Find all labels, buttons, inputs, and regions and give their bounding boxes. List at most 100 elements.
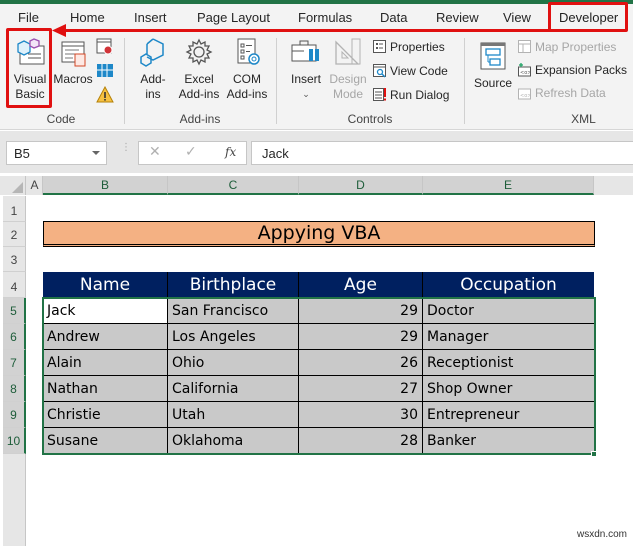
chevron-down-icon[interactable]: [92, 151, 100, 155]
table-cell-occupation[interactable]: Receptionist: [423, 350, 594, 376]
row-header-2[interactable]: 2: [3, 222, 26, 247]
annotation-arrow-line: [64, 29, 550, 32]
view-code-label: View Code: [390, 63, 448, 78]
formula-buttons: ✕ ✓ fx: [138, 141, 247, 165]
table-header-age[interactable]: Age: [299, 272, 423, 298]
row-header-1[interactable]: 1: [3, 196, 26, 222]
com-addins-button[interactable]: COM Add-ins: [224, 36, 270, 102]
fill-handle[interactable]: [591, 451, 597, 457]
table-cell-birthplace[interactable]: California: [168, 376, 299, 402]
properties-button[interactable]: Properties: [372, 39, 445, 54]
expansion-packs-button[interactable]: <o> Expansion Packs: [517, 62, 627, 77]
tab-home[interactable]: Home: [70, 10, 105, 25]
select-all-icon: [12, 182, 23, 193]
refresh-data-button[interactable]: <o> Refresh Data: [517, 85, 606, 100]
design-mode-button[interactable]: Design Mode: [328, 36, 368, 102]
svg-text:<o>: <o>: [520, 70, 531, 76]
column-header-e[interactable]: E: [423, 176, 594, 195]
table-cell-name[interactable]: Nathan: [43, 376, 168, 402]
macros-label: Macros: [53, 72, 93, 86]
table-cell-birthplace[interactable]: Oklahoma: [168, 428, 299, 454]
excel-addins-button[interactable]: Excel Add-ins: [176, 36, 222, 102]
view-code-button[interactable]: View Code: [372, 63, 448, 78]
ribbon-developer: Visual Basic Macros Code Add- ins Excel …: [0, 32, 633, 130]
group-label-controls: Controls: [347, 112, 393, 126]
tab-review[interactable]: Review: [436, 10, 479, 25]
name-box[interactable]: B5: [6, 141, 107, 165]
table-cell-birthplace[interactable]: San Francisco: [168, 298, 299, 324]
table-cell-occupation[interactable]: Banker: [423, 428, 594, 454]
enter-icon[interactable]: ✓: [185, 144, 197, 160]
annotation-arrow-head-icon: [52, 24, 66, 37]
column-header-c[interactable]: C: [168, 176, 299, 195]
xml-source-button[interactable]: Source: [472, 40, 514, 91]
table-cell-age[interactable]: 26: [299, 350, 423, 376]
addins-button[interactable]: Add- ins: [134, 36, 172, 102]
table-header-name[interactable]: Name: [43, 272, 168, 298]
excel-addins-label-1: Excel: [184, 72, 214, 86]
map-properties-button[interactable]: Map Properties: [517, 39, 616, 54]
refresh-data-icon: <o>: [518, 88, 531, 100]
table-cell-occupation[interactable]: Entrepreneur: [423, 402, 594, 428]
column-header-d[interactable]: D: [299, 176, 423, 195]
tab-page-layout[interactable]: Page Layout: [197, 10, 270, 25]
addins-label-2: ins: [145, 87, 161, 101]
relative-references-icon[interactable]: [96, 62, 114, 80]
row-header-4[interactable]: 4: [3, 272, 26, 298]
row-header-6[interactable]: 6: [3, 324, 26, 350]
run-dialog-button[interactable]: Run Dialog: [372, 87, 449, 102]
row-header-5[interactable]: 5: [3, 298, 26, 324]
row-header-8[interactable]: 8: [3, 376, 26, 402]
macro-security-warning-icon[interactable]: [96, 86, 114, 104]
table-cell-name[interactable]: Susane: [43, 428, 168, 454]
cancel-icon[interactable]: ✕: [149, 144, 161, 160]
table-cell-name[interactable]: Andrew: [43, 324, 168, 350]
group-label-addins: Add-ins: [179, 112, 221, 126]
row-header-3[interactable]: 3: [3, 247, 26, 272]
formula-bar-splitter[interactable]: ⋮: [121, 143, 131, 153]
column-header-b[interactable]: B: [43, 176, 168, 195]
table-cell-occupation[interactable]: Shop Owner: [423, 376, 594, 402]
expansion-packs-icon: <o>: [518, 63, 531, 77]
formula-input[interactable]: Jack: [251, 141, 633, 165]
name-box-value: B5: [14, 146, 30, 161]
table-cell-occupation[interactable]: Doctor: [423, 298, 594, 324]
table-cell-age[interactable]: 28: [299, 428, 423, 454]
insert-function-icon[interactable]: fx: [225, 145, 236, 159]
tab-data[interactable]: Data: [380, 10, 407, 25]
map-properties-label: Map Properties: [535, 39, 617, 54]
table-header-birthplace[interactable]: Birthplace: [168, 272, 299, 298]
developer-tab-highlight: [548, 2, 628, 32]
row-header-filler: [3, 454, 26, 546]
table-cell-name[interactable]: Jack: [43, 298, 168, 324]
macros-button[interactable]: Macros: [53, 36, 93, 87]
run-dialog-label: Run Dialog: [390, 87, 450, 102]
table-cell-birthplace[interactable]: Los Angeles: [168, 324, 299, 350]
table-cell-age[interactable]: 29: [299, 324, 423, 350]
row-header-10[interactable]: 10: [3, 428, 26, 454]
table-cell-age[interactable]: 27: [299, 376, 423, 402]
table-cell-age[interactable]: 29: [299, 298, 423, 324]
table-header-occupation[interactable]: Occupation: [423, 272, 594, 298]
tab-file[interactable]: File: [18, 10, 39, 25]
tab-view[interactable]: View: [503, 10, 531, 25]
tab-formulas[interactable]: Formulas: [298, 10, 352, 25]
column-header-a[interactable]: A: [27, 176, 43, 195]
select-all-button[interactable]: [3, 176, 26, 195]
insert-control-button[interactable]: Insert ⌄: [286, 36, 326, 102]
table-cell-birthplace[interactable]: Utah: [168, 402, 299, 428]
table-cell-age[interactable]: 30: [299, 402, 423, 428]
visual-basic-highlight: [6, 28, 52, 108]
formula-bar: B5 ⋮ ✕ ✓ fx Jack: [0, 131, 633, 173]
table-cell-name[interactable]: Alain: [43, 350, 168, 376]
sheet-title-cell[interactable]: Appying VBA: [43, 221, 595, 247]
row-header-7[interactable]: 7: [3, 350, 26, 376]
tab-insert[interactable]: Insert: [134, 10, 167, 25]
record-macro-icon[interactable]: [96, 38, 114, 56]
refresh-data-label: Refresh Data: [535, 85, 606, 100]
table-cell-name[interactable]: Christie: [43, 402, 168, 428]
toolbox-icon: [291, 40, 319, 62]
table-cell-occupation[interactable]: Manager: [423, 324, 594, 350]
row-header-9[interactable]: 9: [3, 402, 26, 428]
table-cell-birthplace[interactable]: Ohio: [168, 350, 299, 376]
